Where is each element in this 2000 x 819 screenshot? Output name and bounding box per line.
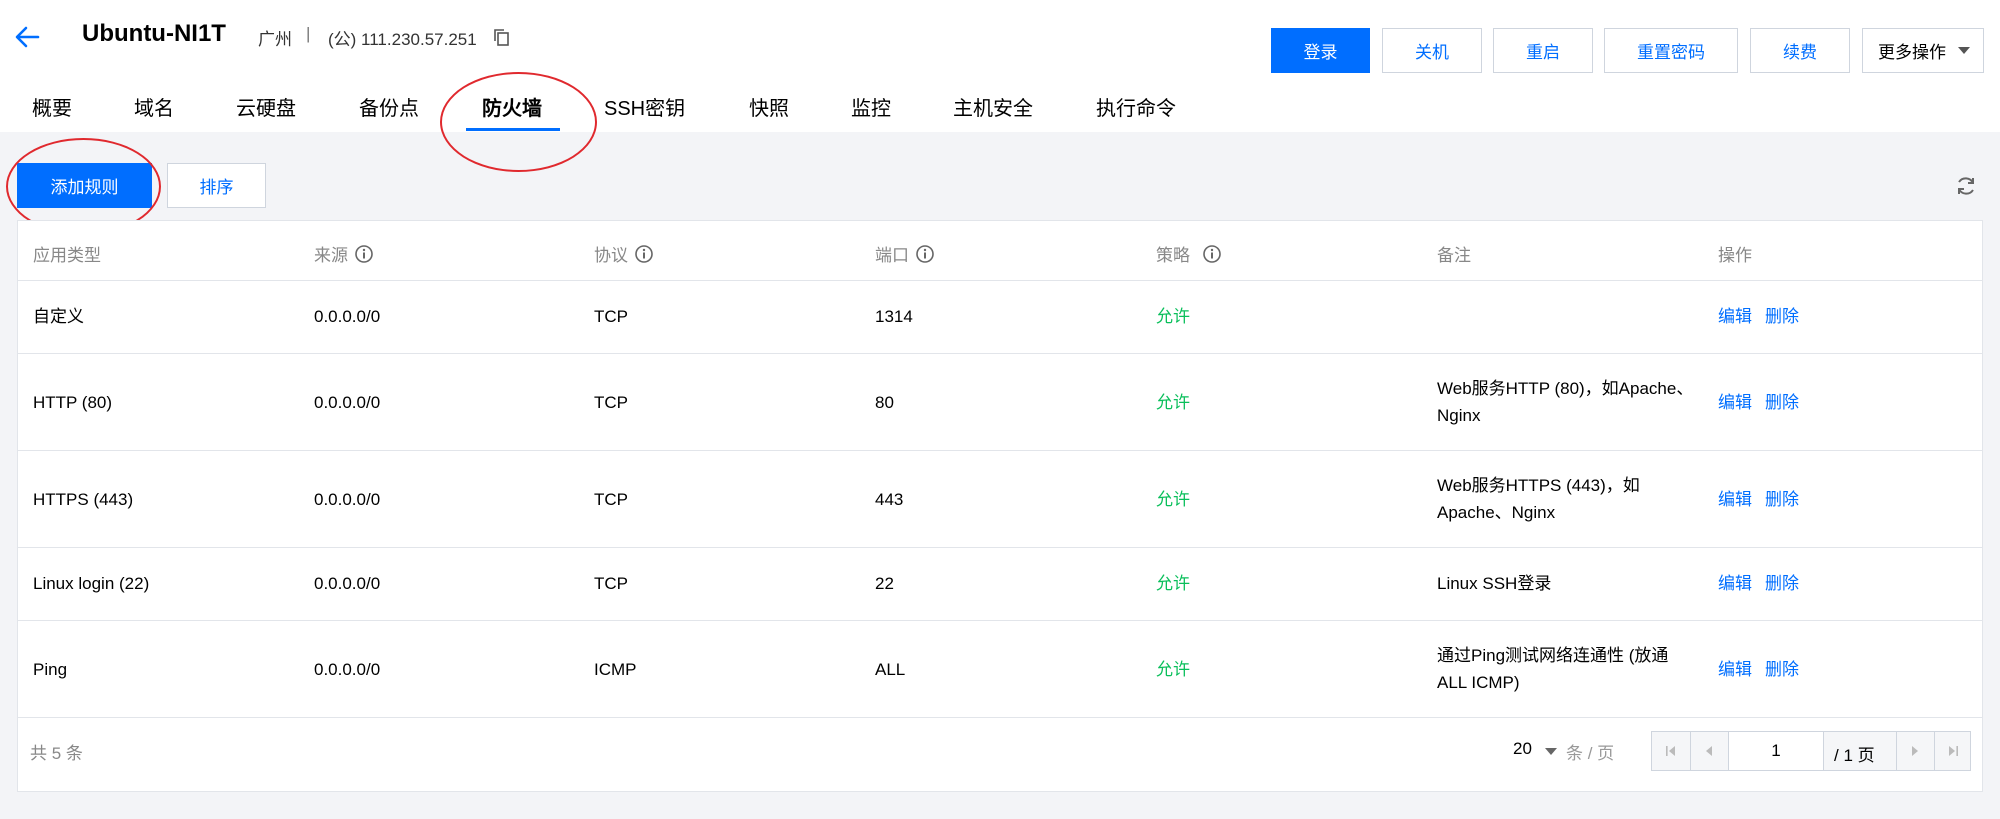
tab-cloud-disk[interactable]: 云硬盘 xyxy=(236,92,296,121)
col-note: 备注 xyxy=(1437,246,1471,265)
edit-link[interactable]: 编辑 xyxy=(1718,389,1752,416)
page-number-input[interactable]: 1 xyxy=(1728,732,1824,770)
cell-note: Web服务HTTP (80)，如Apache、Nginx xyxy=(1437,379,1694,425)
cell-source: 0.0.0.0/0 xyxy=(314,660,381,679)
tab-snapshot[interactable]: 快照 xyxy=(749,92,789,121)
cell-app-type: 自定义 xyxy=(33,307,84,326)
refresh-icon[interactable] xyxy=(1954,174,1978,198)
delete-link[interactable]: 删除 xyxy=(1765,486,1799,513)
cell-note: Web服务HTTPS (443)，如Apache、Nginx xyxy=(1437,476,1640,522)
cell-app-type: Ping xyxy=(33,660,68,679)
col-actions: 操作 xyxy=(1718,246,1752,265)
pagination: 1 / 1 页 xyxy=(1651,731,1971,771)
cell-note: Linux SSH登录 xyxy=(1437,574,1552,593)
cell-app-type: HTTPS (443) xyxy=(33,490,134,509)
restart-button[interactable]: 重启 xyxy=(1493,28,1593,73)
header-separator: | xyxy=(306,24,311,43)
col-app-type: 应用类型 xyxy=(33,246,101,265)
shutdown-button[interactable]: 关机 xyxy=(1382,28,1482,73)
first-page-icon[interactable] xyxy=(1652,732,1690,770)
edit-link[interactable]: 编辑 xyxy=(1718,303,1752,330)
table-header: 应用类型 来源 协议 端口 策略 备注 操作 xyxy=(18,221,1982,281)
page-size-select[interactable]: 20 xyxy=(1513,739,1532,759)
col-protocol: 协议 xyxy=(594,241,654,266)
per-page-label: 条 / 页 xyxy=(1566,744,1615,763)
cell-protocol: TCP xyxy=(594,393,628,412)
next-page-icon[interactable] xyxy=(1896,732,1934,770)
cell-policy: 允许 xyxy=(1156,660,1190,679)
delete-link[interactable]: 删除 xyxy=(1765,656,1799,683)
cell-source: 0.0.0.0/0 xyxy=(314,307,381,326)
cell-app-type: Linux login (22) xyxy=(33,574,150,593)
cell-source: 0.0.0.0/0 xyxy=(314,393,381,412)
tab-host-security[interactable]: 主机安全 xyxy=(953,92,1033,121)
active-tab-indicator xyxy=(466,128,560,131)
tab-bar: 概要 域名 云硬盘 备份点 防火墙 SSH密钥 快照 监控 主机安全 执行命令 xyxy=(0,92,2000,132)
tab-firewall[interactable]: 防火墙 xyxy=(482,92,542,121)
cell-policy: 允许 xyxy=(1156,307,1190,326)
edit-link[interactable]: 编辑 xyxy=(1718,570,1752,597)
caret-down-icon[interactable] xyxy=(1545,748,1557,755)
total-count: 共 5 条 xyxy=(30,744,83,763)
copy-icon[interactable] xyxy=(492,27,512,47)
cell-protocol: ICMP xyxy=(594,660,637,679)
total-pages: / 1 页 xyxy=(1834,746,1875,765)
col-port: 端口 xyxy=(875,241,935,266)
col-policy: 策略 xyxy=(1156,241,1222,266)
cell-port: ALL xyxy=(875,660,906,679)
tab-domain[interactable]: 域名 xyxy=(134,92,174,121)
instance-ip: (公) 111.230.57.251 xyxy=(328,30,477,49)
table-row: HTTP (80) 0.0.0.0/0 TCP 80 允许 Web服务HTTP … xyxy=(18,354,1982,451)
cell-protocol: TCP xyxy=(594,307,628,326)
cell-port: 443 xyxy=(875,490,904,509)
info-icon[interactable] xyxy=(354,244,374,264)
add-rule-button[interactable]: 添加规则 xyxy=(17,163,152,208)
delete-link[interactable]: 删除 xyxy=(1765,570,1799,597)
edit-link[interactable]: 编辑 xyxy=(1718,486,1752,513)
back-arrow-icon[interactable] xyxy=(12,22,42,52)
cell-app-type: HTTP (80) xyxy=(33,393,113,412)
prev-page-icon[interactable] xyxy=(1690,732,1728,770)
info-icon[interactable] xyxy=(634,244,654,264)
more-actions-dropdown[interactable]: 更多操作 xyxy=(1862,28,1984,73)
table-row: 自定义 0.0.0.0/0 TCP 1314 允许 编辑 删除 xyxy=(18,281,1982,354)
tab-overview[interactable]: 概要 xyxy=(32,92,72,121)
reset-password-button[interactable]: 重置密码 xyxy=(1604,28,1738,73)
last-page-icon[interactable] xyxy=(1934,732,1972,770)
login-button[interactable]: 登录 xyxy=(1271,28,1370,73)
delete-link[interactable]: 删除 xyxy=(1765,389,1799,416)
edit-link[interactable]: 编辑 xyxy=(1718,656,1752,683)
cell-protocol: TCP xyxy=(594,490,628,509)
info-icon[interactable] xyxy=(915,244,935,264)
cell-policy: 允许 xyxy=(1156,490,1190,509)
sort-button[interactable]: 排序 xyxy=(167,163,266,208)
cell-protocol: TCP xyxy=(594,574,628,593)
col-source: 来源 xyxy=(314,241,374,266)
cell-policy: 允许 xyxy=(1156,393,1190,412)
tab-run-command[interactable]: 执行命令 xyxy=(1096,92,1176,121)
tab-monitor[interactable]: 监控 xyxy=(851,92,891,121)
table-row: Ping 0.0.0.0/0 ICMP ALL 允许 通过Ping测试网络连通性… xyxy=(18,621,1982,718)
delete-link[interactable]: 删除 xyxy=(1765,303,1799,330)
tab-backup[interactable]: 备份点 xyxy=(359,92,419,121)
table-row: Linux login (22) 0.0.0.0/0 TCP 22 允许 Lin… xyxy=(18,548,1982,621)
instance-name: Ubuntu-NI1T xyxy=(82,20,226,47)
tab-ssh-key[interactable]: SSH密钥 xyxy=(604,92,685,121)
cell-source: 0.0.0.0/0 xyxy=(314,490,381,509)
renew-button[interactable]: 续费 xyxy=(1750,28,1850,73)
instance-region: 广州 xyxy=(258,30,292,49)
cell-policy: 允许 xyxy=(1156,574,1190,593)
cell-port: 22 xyxy=(875,574,894,593)
cell-port: 1314 xyxy=(875,307,913,326)
info-icon[interactable] xyxy=(1202,244,1222,264)
firewall-rules-panel: 应用类型 来源 协议 端口 策略 备注 操作 自定义 0.0.0.0/0 TCP… xyxy=(17,220,1983,792)
cell-source: 0.0.0.0/0 xyxy=(314,574,381,593)
more-actions-label: 更多操作 xyxy=(1878,43,1946,62)
cell-port: 80 xyxy=(875,393,894,412)
table-row: HTTPS (443) 0.0.0.0/0 TCP 443 允许 Web服务HT… xyxy=(18,451,1982,548)
top-bar: Ubuntu-NI1T 广州 | (公) 111.230.57.251 登录 关… xyxy=(0,0,2000,132)
cell-note: 通过Ping测试网络连通性 (放通ALL ICMP) xyxy=(1437,646,1669,692)
caret-down-icon xyxy=(1958,47,1970,54)
